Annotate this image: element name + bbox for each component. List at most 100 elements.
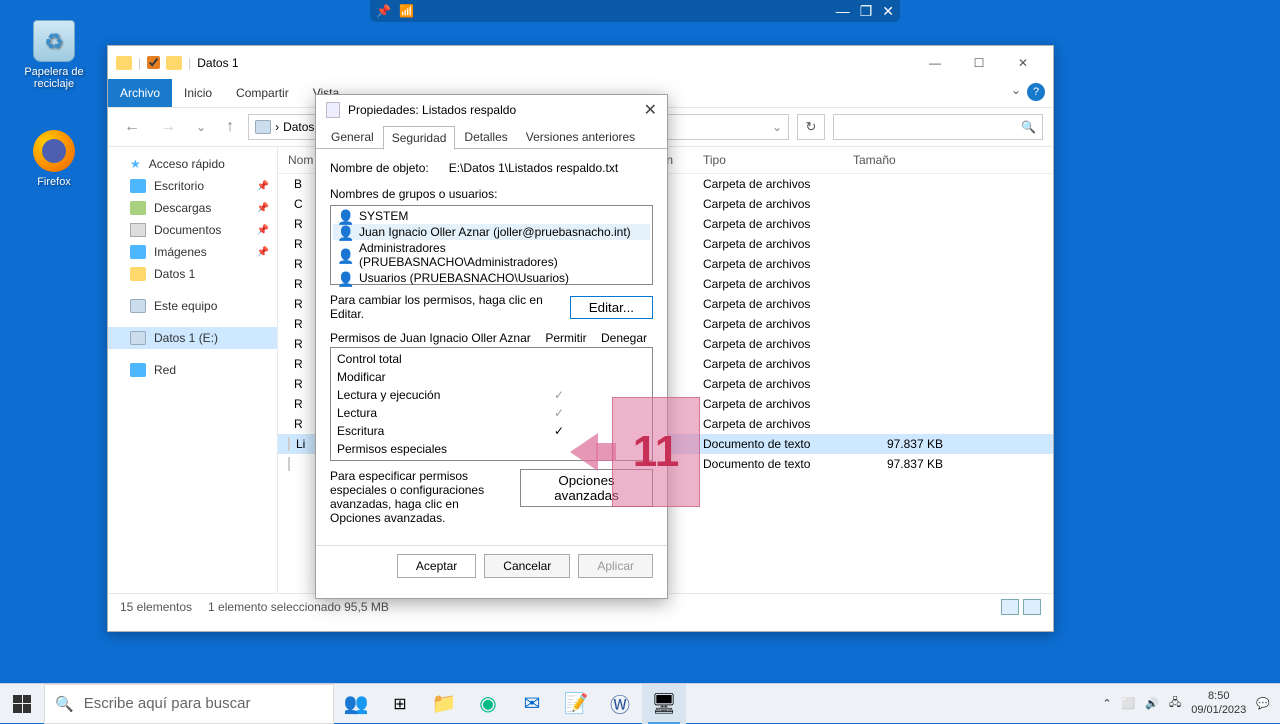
status-selected: 1 elemento seleccionado 95,5 MB — [208, 600, 389, 614]
maximize-button[interactable]: ☐ — [957, 49, 1001, 77]
col-type[interactable]: Tipo — [703, 153, 853, 167]
permission-row: Modificar — [337, 368, 646, 386]
sidebar-network[interactable]: Red — [108, 359, 277, 381]
nav-history-button[interactable]: ⌄ — [190, 118, 212, 136]
remote-icon: 🖥 — [651, 691, 676, 716]
sidebar-desktop[interactable]: Escritorio📌 — [108, 175, 277, 197]
restore-session-button[interactable]: ❐ — [860, 3, 873, 20]
search-icon: 🔍 — [55, 695, 74, 713]
ribbon-collapse-icon[interactable]: ⌄ — [1005, 79, 1027, 107]
arrow-icon — [570, 423, 618, 481]
folder-icon: 📁 — [432, 691, 457, 716]
people-icon: 👥 — [344, 691, 369, 716]
pin-icon: 📌 — [257, 203, 269, 214]
annotation-callout: 11 — [570, 397, 700, 507]
view-details-icon[interactable] — [1001, 599, 1019, 615]
images-icon — [130, 245, 146, 259]
taskbar-search-input[interactable]: 🔍 Escribe aquí para buscar — [44, 684, 334, 724]
sidebar-documents[interactable]: Documentos📌 — [108, 219, 277, 241]
refresh-button[interactable]: ↻ — [797, 114, 825, 140]
close-button[interactable]: ✕ — [1001, 49, 1045, 77]
view-icons-icon[interactable] — [1023, 599, 1041, 615]
firefox-icon — [33, 130, 75, 172]
status-count: 15 elementos — [120, 600, 192, 614]
group-item[interactable]: 👤SYSTEM — [333, 208, 650, 224]
explorer-titlebar[interactable]: | | Datos 1 — ☐ ✕ — [108, 46, 1053, 79]
network-icon[interactable]: 🖧 — [1169, 694, 1181, 713]
cancel-button[interactable]: Cancelar — [484, 554, 570, 578]
nav-up-button[interactable]: ↑ — [220, 116, 240, 138]
user-icon: 👤 — [337, 225, 353, 239]
group-item[interactable]: 👤Usuarios (PRUEBASNACHO\Usuarios) — [333, 270, 650, 286]
minimize-session-button[interactable]: — — [836, 3, 850, 20]
firefox-label: Firefox — [16, 176, 92, 188]
user-icon: 👤 — [337, 209, 353, 223]
tab-versiones[interactable]: Versiones anteriores — [517, 125, 644, 149]
sidebar-this-pc[interactable]: Este equipo — [108, 295, 277, 317]
group-item[interactable]: 👤Administradores (PRUEBASNACHO\Administr… — [333, 240, 650, 270]
volume-icon[interactable]: 🔊 — [1145, 697, 1159, 710]
clock[interactable]: 8:50 09/01/2023 — [1191, 690, 1246, 716]
start-button[interactable] — [0, 684, 44, 724]
documents-icon — [130, 223, 146, 237]
notifications-icon[interactable]: 💬 — [1256, 697, 1270, 710]
date-text: 09/01/2023 — [1191, 704, 1246, 717]
edit-button[interactable]: Editar... — [570, 296, 653, 319]
group-item[interactable]: 👤Juan Ignacio Oller Aznar (joller@prueba… — [333, 224, 650, 240]
firefox-shortcut[interactable]: Firefox — [16, 130, 92, 188]
explorer-taskbar-button[interactable]: 📁 — [422, 684, 466, 724]
pin-icon: 📌 — [257, 181, 269, 192]
perms-for-label: Permisos de Juan Ignacio Oller Aznar — [330, 331, 537, 345]
nav-forward-button[interactable]: → — [154, 116, 182, 138]
close-session-button[interactable]: ✕ — [882, 3, 894, 20]
edge-taskbar-button[interactable]: ◉ — [466, 684, 510, 724]
taskbar: 🔍 Escribe aquí para buscar 👥 ⊞ 📁 ◉ ✉ 📝 Ⓦ… — [0, 683, 1280, 723]
explorer-search-input[interactable]: 🔍 — [833, 114, 1043, 140]
qat-checkbox[interactable] — [147, 56, 160, 69]
tab-detalles[interactable]: Detalles — [455, 125, 516, 149]
app-taskbar-button[interactable]: 📝 — [554, 684, 598, 724]
outlook-taskbar-button[interactable]: ✉ — [510, 684, 554, 724]
properties-dialog: Propiedades: Listados respaldo ✕ General… — [315, 94, 668, 599]
document-icon — [288, 437, 290, 451]
tray-app-icon[interactable]: ⬜ — [1122, 697, 1136, 710]
tab-general[interactable]: General — [322, 125, 383, 149]
sidebar-images[interactable]: Imágenes📌 — [108, 241, 277, 263]
taskview-icon: ⊞ — [393, 694, 406, 714]
close-button[interactable]: ✕ — [644, 100, 657, 120]
pin-icon[interactable]: 📌 — [376, 4, 391, 18]
dialog-titlebar[interactable]: Propiedades: Listados respaldo ✕ — [316, 95, 667, 125]
outlook-icon: ✉ — [524, 691, 541, 716]
col-size[interactable]: Tamaño — [853, 153, 943, 167]
ribbon-tab-archivo[interactable]: Archivo — [108, 79, 172, 107]
minimize-button[interactable]: — — [913, 49, 957, 77]
document-icon — [288, 457, 290, 471]
folder-icon — [166, 56, 182, 70]
sidebar-downloads[interactable]: Descargas📌 — [108, 197, 277, 219]
help-icon[interactable]: ? — [1027, 83, 1045, 101]
user-icon: 👤 — [337, 271, 353, 285]
tray-chevron-icon[interactable]: ⌃ — [1102, 697, 1111, 710]
word-taskbar-button[interactable]: Ⓦ — [598, 684, 642, 724]
recycle-bin[interactable]: Papelera de reciclaje — [16, 20, 92, 90]
taskview-button[interactable]: ⊞ — [378, 684, 422, 724]
remote-taskbar-button[interactable]: 🖥 — [642, 684, 686, 724]
object-name-value: E:\Datos 1\Listados respaldo.txt — [449, 161, 618, 175]
allow-header: Permitir — [537, 331, 595, 345]
sidebar-datos1[interactable]: Datos 1 — [108, 263, 277, 285]
tab-seguridad[interactable]: Seguridad — [383, 126, 456, 150]
ok-button[interactable]: Aceptar — [397, 554, 476, 578]
ribbon-tab-compartir[interactable]: Compartir — [224, 79, 301, 107]
nav-back-button[interactable]: ← — [118, 116, 146, 138]
document-icon — [326, 102, 340, 118]
app-icon: 📝 — [564, 691, 589, 716]
sidebar-quick-access[interactable]: ★Acceso rápido — [108, 153, 277, 175]
recycle-bin-label: Papelera de reciclaje — [16, 66, 92, 90]
groups-listbox[interactable]: 👤SYSTEM👤Juan Ignacio Oller Aznar (joller… — [330, 205, 653, 285]
sidebar-drive-e[interactable]: Datos 1 (E:) — [108, 327, 277, 349]
pin-icon: 📌 — [257, 225, 269, 236]
apply-button[interactable]: Aplicar — [578, 554, 653, 578]
ribbon-tab-inicio[interactable]: Inicio — [172, 79, 224, 107]
cortana-button[interactable]: 👥 — [334, 684, 378, 724]
search-placeholder: Escribe aquí para buscar — [84, 695, 251, 712]
